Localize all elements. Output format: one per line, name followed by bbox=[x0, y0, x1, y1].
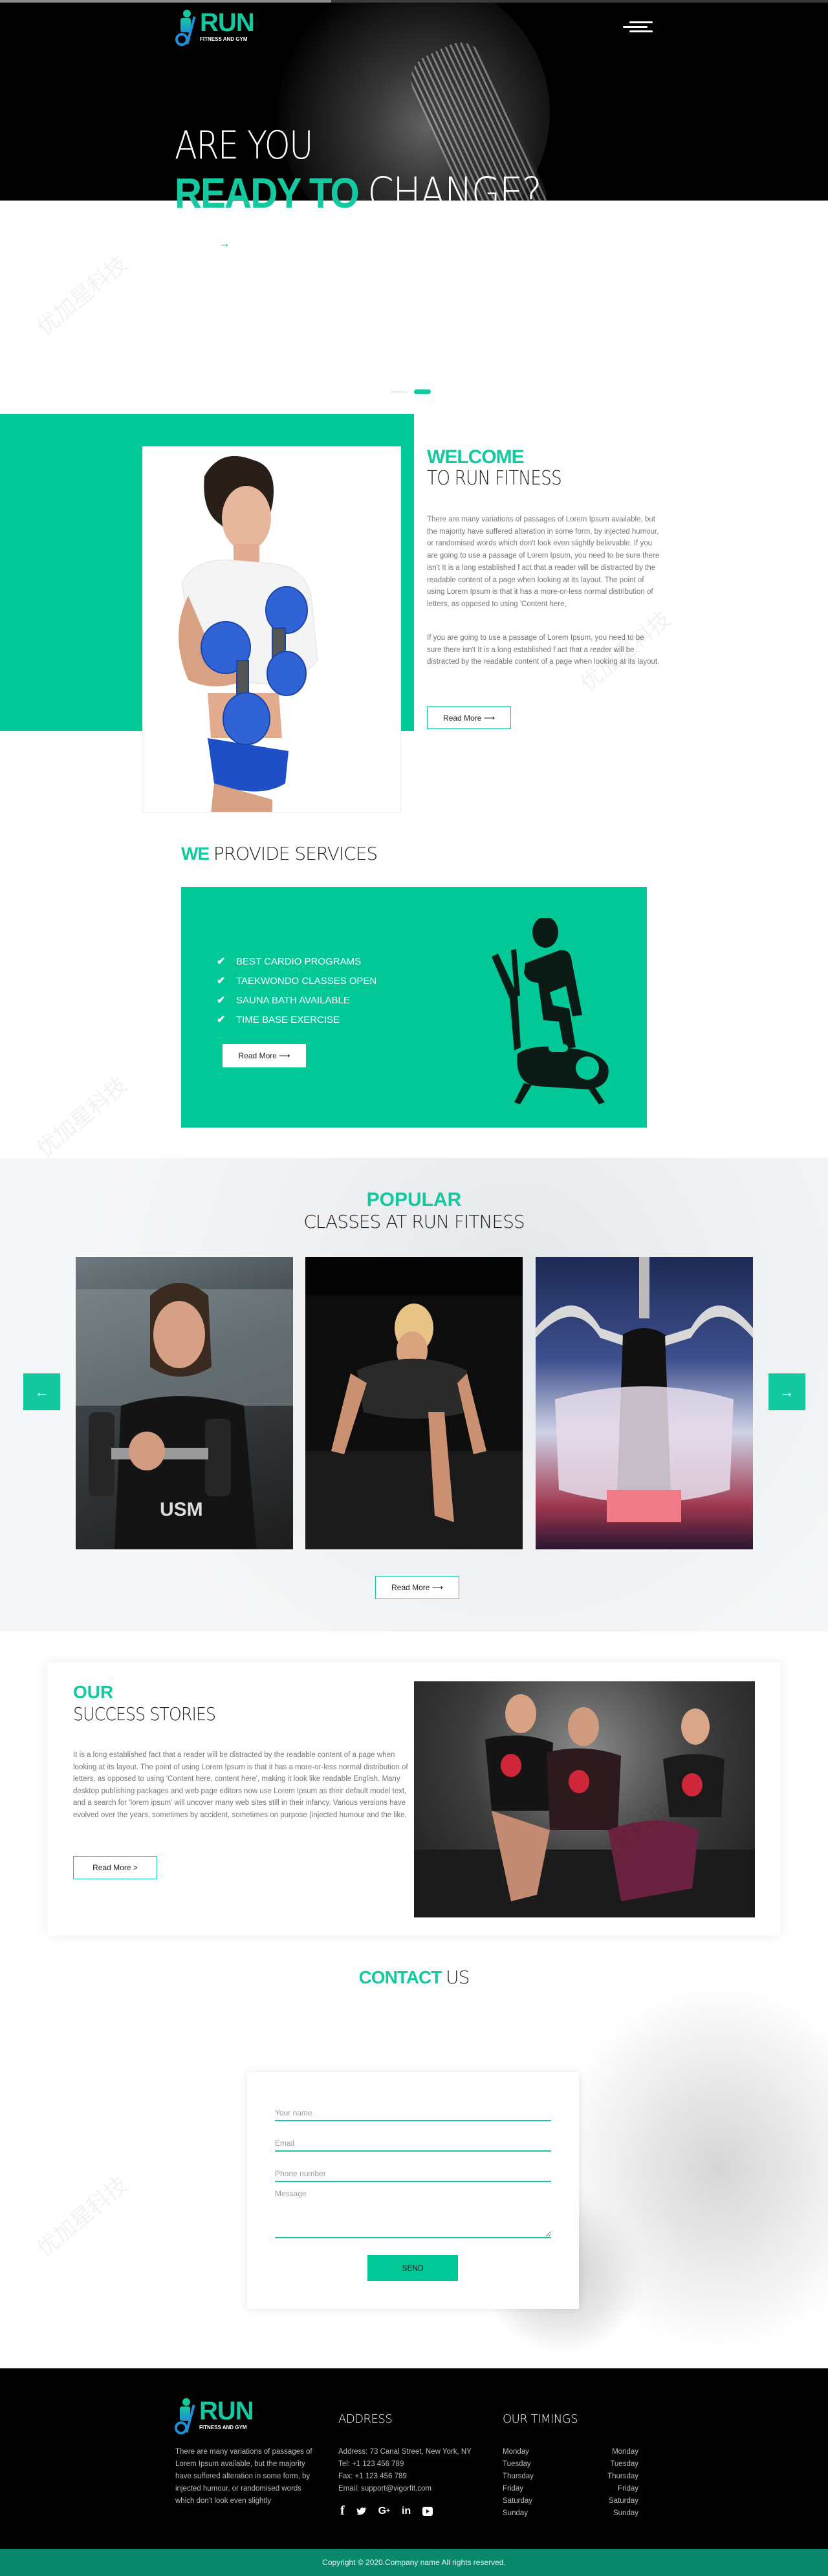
carousel-next-button[interactable]: → bbox=[768, 1373, 805, 1410]
hero-arrow-icon[interactable]: → bbox=[219, 237, 230, 250]
service-item: ✔ BEST CARDIO PROGRAMS bbox=[217, 955, 362, 968]
success-title: SUCCESS STORIES bbox=[73, 1703, 216, 1725]
watermark: 优加星科技 bbox=[32, 250, 133, 342]
svg-text:USM: USM bbox=[160, 1499, 203, 1520]
google-plus-icon[interactable]: G + bbox=[378, 2505, 390, 2517]
copyright-bar: Copyright © 2020.Company name All rights… bbox=[0, 2549, 828, 2576]
hero-heading-line1: ARE YOU bbox=[175, 123, 313, 168]
welcome-title: TO RUN FITNESS bbox=[427, 467, 562, 490]
name-input[interactable] bbox=[275, 2106, 551, 2121]
service-item: ✔ TIME BASE EXERCISE bbox=[217, 1014, 340, 1026]
hero-heading-line2-overflow: READY TO CHANGE? bbox=[175, 169, 360, 217]
welcome-paragraph-1: There are many variations of passages of… bbox=[427, 516, 660, 608]
elliptical-logo-icon bbox=[175, 10, 199, 46]
message-textarea[interactable] bbox=[275, 2189, 551, 2238]
contact-title: CONTACT US bbox=[358, 1967, 470, 1988]
email-line[interactable]: Email: support@vigorfit.com bbox=[338, 2483, 472, 2495]
woman-lat-pulldown-photo bbox=[536, 1257, 753, 1522]
hamburger-menu-icon[interactable] bbox=[623, 21, 654, 33]
classes-read-more-button[interactable]: Read More ⟶ bbox=[375, 1576, 459, 1599]
success-paragraph: It is a long established fact that a rea… bbox=[73, 1751, 408, 1819]
check-icon: ✔ bbox=[217, 956, 226, 967]
copyright-text: Copyright © 2020.Company name All rights… bbox=[322, 2558, 506, 2567]
logo-text: RUN bbox=[200, 8, 255, 37]
phone-input[interactable] bbox=[275, 2167, 551, 2182]
site-logo[interactable]: RUN FITNESS AND GYM bbox=[175, 8, 255, 46]
footer-address-list: Address: 73 Canal Street, New York, NY T… bbox=[338, 2446, 472, 2495]
facebook-icon[interactable]: f bbox=[340, 2504, 345, 2518]
classes-title: CLASSES AT RUN FITNESS bbox=[303, 1211, 525, 1232]
class-image-1[interactable]: USM bbox=[76, 1257, 293, 1549]
class-image-2[interactable] bbox=[305, 1257, 523, 1549]
service-item: ✔ TAEKWONDO CLASSES OPEN bbox=[217, 975, 377, 987]
success-read-more-button[interactable]: Read More > bbox=[73, 1856, 157, 1879]
slider-dot-2-active[interactable] bbox=[414, 389, 431, 394]
elliptical-trainer-icon bbox=[492, 918, 609, 1104]
youtube-icon[interactable] bbox=[422, 2506, 433, 2516]
success-title-highlight: OUR bbox=[73, 1682, 114, 1702]
success-group-photo bbox=[414, 1681, 755, 1917]
footer-description: There are many variations of passages of… bbox=[175, 2448, 312, 2505]
slider-dot-1[interactable] bbox=[391, 390, 408, 393]
address-line: Address: 73 Canal Street, New York, NY bbox=[338, 2448, 472, 2456]
services-read-more-button[interactable]: Read More ⟶ bbox=[223, 1044, 306, 1067]
social-links: f G + in bbox=[340, 2504, 433, 2518]
send-button[interactable]: SEND bbox=[367, 2255, 458, 2281]
footer-timings-heading: OUR TIMINGS bbox=[503, 2412, 578, 2426]
check-icon: ✔ bbox=[217, 995, 226, 1006]
welcome-paragraph-2: If you are going to use a passage of Lor… bbox=[427, 634, 660, 666]
service-item: ✔ SAUNA BATH AVAILABLE bbox=[217, 994, 350, 1007]
woman-dumbbell-photo: USM bbox=[76, 1283, 293, 1549]
twitter-icon[interactable] bbox=[356, 2507, 367, 2516]
timings-days-right: Monday Tuesday Thursday Friday Saturday … bbox=[607, 2448, 638, 2517]
check-icon: ✔ bbox=[217, 976, 226, 987]
class-image-3[interactable] bbox=[536, 1257, 753, 1549]
services-list: ✔ BEST CARDIO PROGRAMS ✔ TAEKWONDO CLASSES… bbox=[217, 952, 376, 1029]
elliptical-logo-icon bbox=[175, 2398, 198, 2434]
email-input[interactable] bbox=[275, 2136, 551, 2152]
fax-line: Fax: +1 123 456 789 bbox=[338, 2472, 407, 2480]
linkedin-icon[interactable]: in bbox=[402, 2505, 411, 2517]
watermark: 优加星科技 bbox=[32, 1072, 133, 1163]
welcome-title-highlight: WELCOME bbox=[427, 446, 525, 468]
woman-with-dumbbells-image bbox=[143, 447, 400, 812]
services-title: WE PROVIDE SERVICES bbox=[181, 843, 378, 864]
arrow-left-icon: ← bbox=[34, 1383, 49, 1400]
classes-title-highlight: POPULAR bbox=[366, 1189, 462, 1210]
woman-pushup-photo bbox=[305, 1257, 523, 1549]
footer-logo[interactable]: RUN FITNESS AND GYM bbox=[175, 2398, 254, 2434]
watermark: 优加星科技 bbox=[32, 2172, 133, 2263]
welcome-read-more-button[interactable]: Read More ⟶ bbox=[427, 706, 511, 729]
tel-line: Tel: +1 123 456 789 bbox=[338, 2460, 404, 2468]
arrow-right-icon: → bbox=[779, 1383, 794, 1400]
welcome-image-card bbox=[142, 446, 401, 813]
logo-tagline: FITNESS AND GYM bbox=[200, 36, 248, 42]
check-icon: ✔ bbox=[217, 1014, 226, 1025]
footer-address-heading: ADDRESS bbox=[338, 2412, 393, 2426]
slider-pagination bbox=[391, 389, 431, 394]
carousel-prev-button[interactable]: ← bbox=[23, 1373, 60, 1410]
timings-days-left: Monday Tuesday Thursday Friday Saturday … bbox=[503, 2448, 534, 2517]
